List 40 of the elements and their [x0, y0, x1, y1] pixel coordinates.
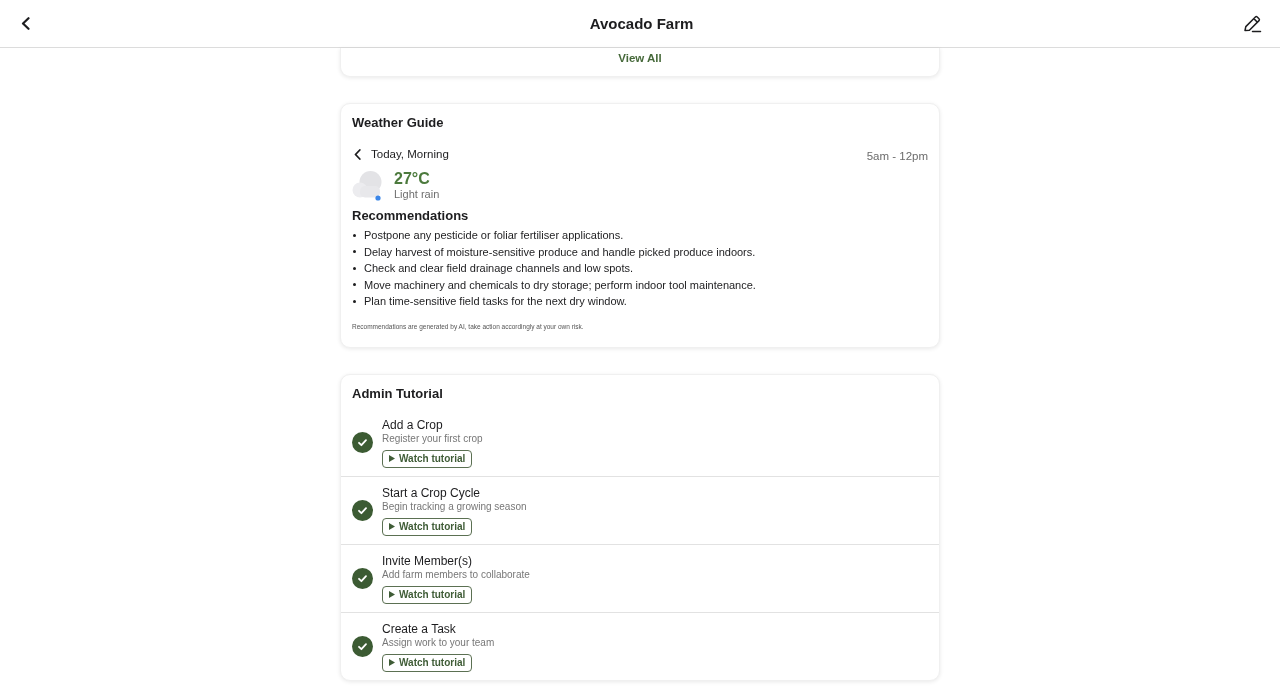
weather-condition: Light rain [394, 188, 440, 201]
bullet-icon [353, 233, 356, 237]
play-icon [389, 591, 395, 598]
chevron-left-icon [354, 148, 361, 160]
pencil-icon [1243, 14, 1262, 33]
watch-tutorial-button[interactable]: Watch tutorial [382, 653, 473, 672]
recommendation-item: Delay harvest of moisture-sensitive produce and handle picked produce indoors. [364, 244, 756, 259]
watch-tutorial-button[interactable]: Watch tutorial [382, 585, 473, 604]
watch-tutorial-button[interactable]: Watch tutorial [382, 449, 473, 468]
play-icon [389, 659, 395, 666]
step-description: Add farm members to collaborate [382, 568, 530, 581]
recommendation-item: Check and clear field drainage channels and low spots. [364, 261, 634, 276]
step-description: Begin tracking a growing season [382, 500, 527, 513]
step-description: Register your first crop [382, 432, 483, 445]
bullet-icon [353, 283, 356, 287]
page-title: Avocado Farm [589, 15, 694, 32]
play-icon [389, 455, 395, 462]
card-title: Weather Guide [352, 115, 445, 131]
cloud-rain-icon [352, 170, 382, 201]
view-all-link[interactable]: View All [618, 51, 662, 65]
time-range: 5am - 12pm [866, 148, 928, 162]
period-label: Today, Morning [371, 148, 449, 160]
section-heading: Recommendations [352, 208, 470, 224]
play-icon [389, 523, 395, 530]
recommendation-item: Plan time-sensitive field tasks for the next dry window. [364, 294, 627, 309]
step-title: Create a Task [382, 620, 456, 637]
temperature: 27°C [394, 170, 431, 188]
previous-period-button[interactable] [352, 146, 363, 162]
recommendation-item: Move machinery and chemicals to dry storage; perform indoor tool maintenance. [364, 277, 756, 292]
recommendation-item: Postpone any pesticide or foliar fertiliser applications. [364, 228, 624, 243]
bullet-icon [353, 250, 356, 254]
back-icon [21, 17, 30, 30]
step-title: Invite Member(s) [382, 552, 473, 569]
step-title: Start a Crop Cycle [382, 484, 481, 501]
watch-tutorial-button[interactable]: Watch tutorial [382, 517, 473, 536]
bullet-icon [353, 266, 356, 270]
step-description: Assign work to your team [382, 636, 495, 649]
step-title: Add a Crop [382, 416, 443, 433]
card-title: Admin Tutorial [352, 385, 444, 402]
bullet-icon [353, 299, 356, 303]
